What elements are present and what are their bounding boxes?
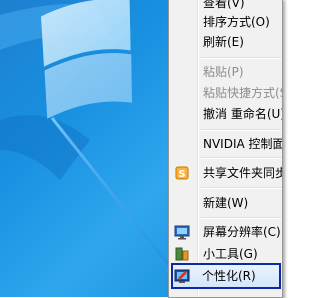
menu-separator — [201, 217, 282, 219]
pointer-arrow — [50, 117, 178, 275]
shared-folder-sync-icon: S — [174, 165, 190, 181]
menu-separator — [201, 57, 282, 59]
menu-item-screen-resolution[interactable]: 屏幕分辨率(C) — [171, 221, 282, 243]
menu-item-new[interactable]: 新建(W) — [171, 192, 282, 214]
menu-item-nvidia-control-panel[interactable]: NVIDIA 控制面板 — [171, 133, 282, 155]
menu-separator — [201, 129, 282, 131]
menu-item-gadgets[interactable]: 小工具(G) — [171, 243, 282, 265]
menu-item-paste[interactable]: 粘贴(P) — [171, 61, 282, 83]
windows-flag-icon — [41, 0, 132, 119]
desktop-context-menu: 查看(V) 排序方式(O) 刷新(E) 粘贴(P) 粘贴快捷方式(S) 撤消 重… — [168, 0, 283, 298]
monitor-icon — [174, 224, 190, 240]
menu-item-undo-rename[interactable]: 撤消 重命名(U) — [171, 103, 282, 125]
menu-item-refresh[interactable]: 刷新(E) — [171, 31, 282, 53]
personalize-icon — [174, 268, 190, 284]
menu-item-personalize[interactable]: 个性化(R) — [171, 263, 281, 289]
menu-item-sort-by[interactable]: 排序方式(O) — [171, 11, 282, 33]
menu-separator — [201, 157, 282, 159]
menu-separator — [201, 187, 282, 189]
menu-item-paste-shortcut[interactable]: 粘贴快捷方式(S) — [171, 82, 282, 104]
gadgets-icon — [174, 246, 190, 262]
svg-text:S: S — [178, 169, 185, 180]
menu-item-shared-folder-sync[interactable]: S 共享文件夹同步 — [171, 162, 282, 184]
